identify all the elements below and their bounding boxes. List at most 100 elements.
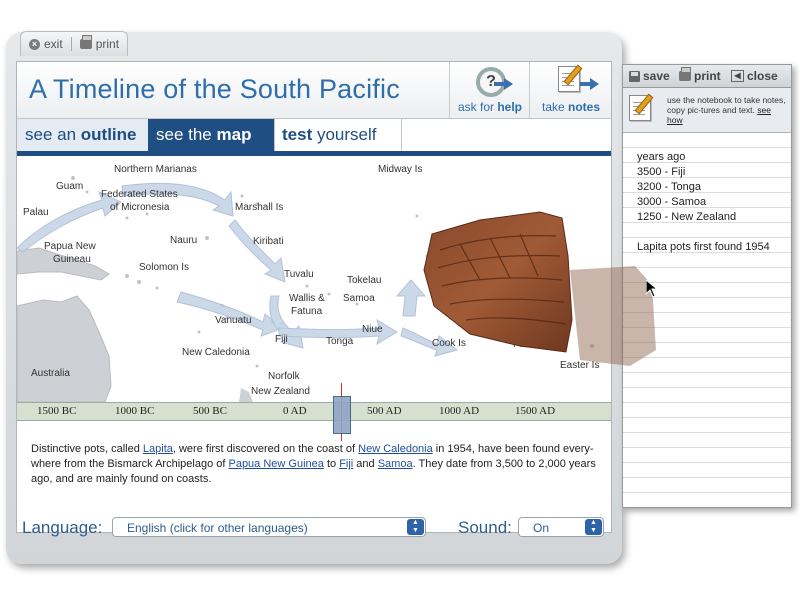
tab-outline[interactable]: see an outline: [17, 119, 160, 151]
print-button[interactable]: print: [79, 35, 120, 51]
map-label[interactable]: Niue: [362, 324, 383, 335]
notebook-save-button[interactable]: save: [629, 69, 670, 83]
map-label[interactable]: Australia: [31, 368, 70, 379]
map-label[interactable]: Solomon Is: [139, 262, 189, 273]
timeline-tick: 500 AD: [367, 405, 402, 417]
tab-map-prefix: see the: [156, 125, 217, 144]
tab-test-bold: test: [282, 125, 313, 144]
map-label[interactable]: of Micronesia: [110, 202, 169, 213]
timeline-slider-handle[interactable]: [333, 396, 351, 434]
map-label[interactable]: New Caledonia: [182, 347, 250, 358]
map-label[interactable]: Tonga: [326, 336, 353, 347]
timeline-tick: 1500 AD: [515, 405, 556, 417]
map-label[interactable]: Samoa: [343, 293, 375, 304]
tab-map[interactable]: see the map: [148, 119, 275, 151]
mouse-cursor-icon: [646, 280, 658, 298]
notebook-toolbar: save print ◀ close: [623, 65, 791, 88]
timeline[interactable]: 1500 BC 1000 BC 500 BC 0 AD 500 AD 1000 …: [17, 383, 611, 441]
map-label[interactable]: Tuvalu: [284, 269, 314, 280]
link-fiji[interactable]: Fiji: [339, 458, 353, 470]
nav-tabs: see an outline see the map test yourself: [17, 119, 611, 156]
printer-icon: [679, 67, 691, 81]
desc-text: to: [323, 458, 340, 470]
map-label[interactable]: Palau: [23, 207, 49, 218]
notebook-close-button[interactable]: ◀ close: [731, 69, 778, 83]
tab-test[interactable]: test yourself: [274, 119, 402, 151]
timeline-tick: 500 BC: [193, 405, 227, 417]
sound-select[interactable]: On ▲ ▼: [518, 517, 604, 537]
map-label[interactable]: Papua New: [44, 241, 96, 252]
updown-arrows-icon: ▲ ▼: [407, 519, 424, 535]
divider: [70, 37, 72, 51]
shard-body: [423, 211, 573, 353]
map-label[interactable]: Fiji: [275, 334, 288, 345]
map-label[interactable]: New Zealand: [251, 386, 310, 397]
print-label: print: [694, 69, 721, 83]
language-value: English (click for other languages): [127, 521, 308, 535]
notebook-print-button[interactable]: print: [679, 67, 721, 83]
print-label: print: [95, 37, 120, 51]
exit-button[interactable]: × exit: [29, 37, 63, 51]
page-title: A Timeline of the South Pacific: [29, 74, 400, 104]
map-label[interactable]: Nauru: [170, 235, 197, 246]
ask-for-help-button[interactable]: ? ask for help: [449, 62, 530, 118]
description-text: Distinctive pots, called Lapita, were fi…: [31, 442, 597, 487]
map-label[interactable]: Marshall Is: [235, 202, 283, 213]
top-toolbar: × exit print: [20, 31, 129, 56]
help-label-bold: help: [497, 100, 523, 114]
map-label[interactable]: Guam: [56, 181, 83, 192]
map-label[interactable]: Vanuatu: [215, 315, 252, 326]
help-label-prefix: ask for: [457, 100, 498, 114]
tab-test-suffix: yourself: [312, 125, 377, 144]
map-label[interactable]: Northern Marianas: [114, 164, 197, 175]
lapita-pottery-shard-image[interactable]: [420, 210, 660, 370]
notes-label-prefix: take: [541, 100, 568, 114]
close-door-icon: ◀: [731, 70, 744, 82]
note-line: 3500 - Fiji: [637, 166, 686, 178]
map-label[interactable]: Guineau: [53, 254, 91, 265]
updown-arrows-icon: ▲ ▼: [585, 519, 602, 535]
map-label[interactable]: Midway Is: [378, 164, 422, 175]
tab-map-bold: map: [216, 125, 252, 144]
note-line: 3200 - Tonga: [637, 181, 702, 193]
timeline-tick: 0 AD: [283, 405, 307, 417]
note-line: years ago: [637, 151, 686, 163]
desc-text: and: [353, 458, 378, 470]
link-lapita[interactable]: Lapita: [143, 443, 173, 455]
tab-outline-prefix: see an: [25, 125, 81, 144]
timeline-tick: 1000 BC: [115, 405, 155, 417]
land-australia: [17, 295, 112, 402]
sound-label: Sound:: [458, 518, 512, 537]
disk-icon: [629, 70, 640, 82]
link-new-caledonia[interactable]: New Caledonia: [358, 443, 433, 455]
notebook-info: use the notebook to take notes, copy pic…: [623, 88, 791, 133]
timeline-tick: 1500 BC: [37, 405, 77, 417]
printer-icon: [79, 35, 92, 49]
link-papua-new-guinea[interactable]: Papua New Guinea: [228, 458, 323, 470]
notes-label-bold: notes: [568, 100, 601, 114]
link-samoa[interactable]: Samoa: [378, 458, 413, 470]
footer: Language: English (click for other langu…: [6, 510, 622, 550]
map-label[interactable]: Federated States: [101, 189, 178, 200]
tab-outline-bold: outline: [80, 125, 137, 144]
map-label[interactable]: Fatuna: [291, 306, 322, 317]
language-select[interactable]: English (click for other languages) ▲ ▼: [112, 517, 426, 537]
arrow-right-icon: [494, 78, 513, 90]
sound-value: On: [533, 521, 550, 535]
note-line: 3000 - Samoa: [637, 196, 707, 208]
close-label: close: [747, 69, 778, 83]
map-label[interactable]: Kiribati: [253, 236, 284, 247]
close-circle-icon: ×: [29, 38, 40, 50]
take-notes-button[interactable]: take notes: [529, 62, 612, 118]
map-label[interactable]: Wallis &: [289, 293, 325, 304]
exit-label: exit: [44, 37, 63, 51]
language-label: Language:: [22, 518, 103, 537]
map-label[interactable]: Norfolk: [268, 371, 300, 382]
save-label: save: [643, 69, 670, 83]
desc-text: , were first discovered on the coast of: [172, 443, 359, 455]
arrow-right-icon: [580, 78, 599, 90]
map-label[interactable]: Tokelau: [347, 275, 381, 286]
notebook-info-text: use the notebook to take notes, copy pic…: [667, 95, 787, 125]
header: A Timeline of the South Pacific ? ask fo…: [17, 62, 611, 119]
timeline-tick: 1000 AD: [439, 405, 480, 417]
